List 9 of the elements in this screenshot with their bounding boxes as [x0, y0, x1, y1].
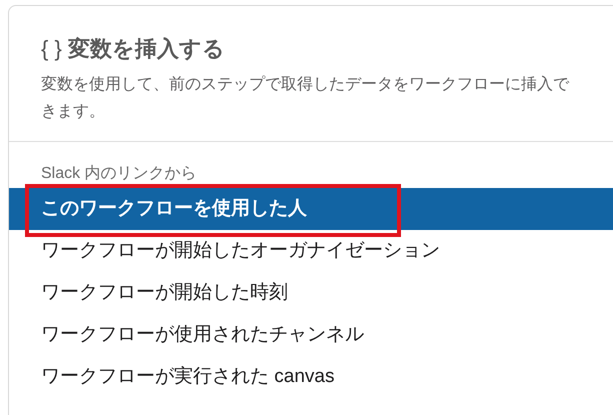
section-label: Slack 内のリンクから: [40, 164, 198, 184]
variable-option[interactable]: ワークフローが使用されたチャンネル: [9, 314, 613, 356]
variable-option[interactable]: このワークフローを使用した人: [9, 188, 613, 230]
panel-description: 変数を使用して、前のステップで取得したデータをワークフローに挿入できます。: [41, 74, 570, 122]
panel-title: 変数を挿入する: [68, 35, 225, 63]
variable-option[interactable]: ワークフローが開始した時刻: [9, 272, 613, 314]
variable-option[interactable]: ワークフローが開始したオーガナイゼーション: [9, 230, 613, 272]
braces-label: { }: [41, 35, 62, 63]
variable-option[interactable]: ワークフローが実行された canvas: [9, 356, 613, 398]
